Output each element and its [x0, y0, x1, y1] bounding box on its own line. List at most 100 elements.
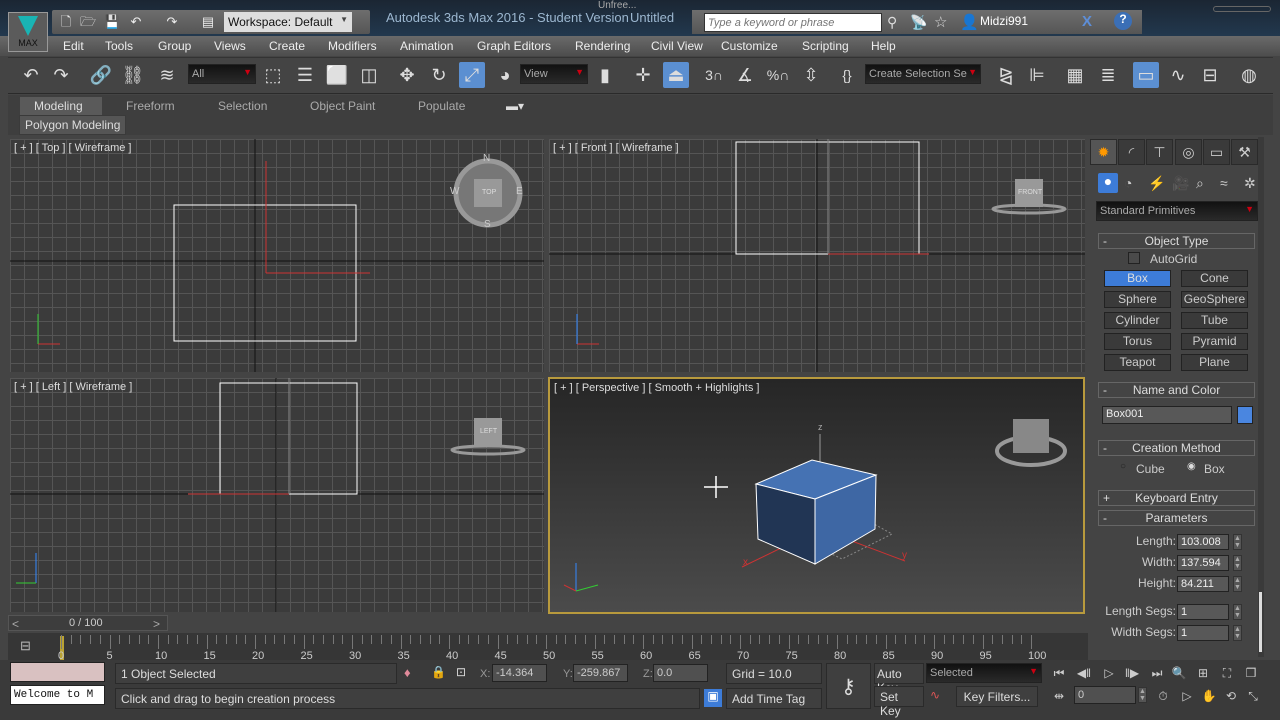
rollout-keyboard-entry[interactable]: + Keyboard Entry — [1098, 490, 1255, 506]
menu-civil-view[interactable]: Civil View — [651, 39, 703, 53]
save-icon[interactable]: 💾 — [104, 14, 120, 29]
selection-filter-dropdown[interactable]: All ▼ — [188, 64, 256, 84]
unlink-icon[interactable]: ⛓ — [120, 62, 146, 88]
pan-view-icon[interactable]: ✋ — [1198, 686, 1220, 706]
viewport-top[interactable]: [ + ] [ Top ] [ Wireframe ] TOP N S E W — [10, 139, 544, 372]
username[interactable]: Midzi991 — [980, 14, 1028, 28]
category-dropdown[interactable]: Standard Primitives ▼ — [1096, 201, 1258, 221]
undo-icon[interactable]: ↶ — [18, 62, 44, 88]
zoom-extents-icon[interactable]: ⛶ — [1216, 663, 1238, 683]
reference-coordinate-dropdown[interactable]: View ▼ — [520, 64, 588, 84]
maxscript-input[interactable]: Welcome to M — [10, 685, 105, 705]
select-by-name-icon[interactable]: ☰ — [292, 62, 318, 88]
satellite-icon[interactable]: 📡 — [910, 14, 927, 31]
angle-snap-icon[interactable]: ∡ — [732, 62, 758, 88]
redo-icon[interactable]: ↷ — [48, 62, 74, 88]
key-mode-toggle-icon[interactable]: ⇹ — [1048, 686, 1070, 706]
object-color-swatch[interactable] — [1237, 406, 1253, 424]
isolate-selection-icon[interactable]: ♦ — [404, 665, 411, 680]
cameras-icon[interactable]: 🎥 — [1172, 175, 1189, 192]
time-slider-prev[interactable]: < — [12, 617, 19, 631]
utilities-tab-icon[interactable]: ⚒ — [1231, 139, 1258, 165]
exchange-icon[interactable]: X — [1082, 13, 1092, 30]
user-icon[interactable]: 👤 — [960, 13, 979, 31]
motion-tab-icon[interactable]: ◎ — [1175, 139, 1202, 165]
pivot-center-icon[interactable]: ▮ — [592, 62, 618, 88]
auto-key-button[interactable]: Auto Key — [874, 663, 924, 695]
length-segs-input[interactable]: 1 — [1177, 604, 1229, 620]
tube-button[interactable]: Tube — [1181, 312, 1248, 329]
star-icon[interactable]: ☆ — [934, 13, 947, 31]
curve-editor-mini-icon[interactable]: ⊟ — [20, 638, 31, 654]
move-icon[interactable]: ✥ — [394, 62, 420, 88]
shapes-icon[interactable]: ◔ — [1124, 175, 1132, 191]
torus-button[interactable]: Torus — [1104, 333, 1171, 350]
pyramid-button[interactable]: Pyramid — [1181, 333, 1248, 350]
object-name-input[interactable]: Box001 — [1102, 406, 1232, 424]
open-file-icon[interactable]: 🗁 — [80, 14, 96, 29]
project-folder-icon[interactable]: ▤ — [200, 14, 216, 29]
viewcube-face-label[interactable]: LEFT — [480, 428, 497, 435]
set-key-icon[interactable]: ⚷ — [826, 663, 871, 709]
maximize-viewport-icon[interactable]: ⤡ — [1242, 686, 1264, 706]
menu-create[interactable]: Create — [269, 39, 305, 53]
new-file-icon[interactable]: 🗋 — [58, 14, 74, 29]
length-input[interactable]: 103.008 — [1177, 534, 1229, 550]
menu-graph-editors[interactable]: Graph Editors — [477, 39, 551, 53]
zoom-all-icon[interactable]: ⊞ — [1192, 663, 1214, 683]
previous-frame-icon[interactable]: ◀‖ — [1073, 663, 1095, 683]
named-selection-dropdown[interactable]: Create Selection Se ▼ — [865, 64, 981, 84]
scale-icon[interactable]: ⤢ — [459, 62, 485, 88]
y-coordinate[interactable]: -259.867 — [573, 664, 628, 682]
align-icon[interactable]: ⊫ — [1024, 62, 1050, 88]
viewcube-face-label[interactable]: FRONT — [1018, 189, 1042, 196]
time-slider[interactable]: < 0 / 100 > — [8, 615, 168, 631]
display-tab-icon[interactable]: ▭ — [1203, 139, 1230, 165]
geometry-icon[interactable]: ● — [1098, 173, 1118, 193]
helpers-icon[interactable]: ⌕ — [1196, 175, 1204, 192]
teapot-button[interactable]: Teapot — [1104, 354, 1171, 371]
tab-populate[interactable]: Populate — [404, 97, 479, 115]
menu-edit[interactable]: Edit — [63, 39, 84, 53]
mirror-icon[interactable]: ⧎ — [993, 62, 1019, 88]
lights-icon[interactable]: ⚡ — [1148, 175, 1165, 192]
x-coordinate[interactable]: -14.364 — [492, 664, 547, 682]
select-object-icon[interactable]: ⬚ — [260, 62, 286, 88]
window-crossing-icon[interactable]: ◫ — [356, 62, 382, 88]
snaps-toggle-icon[interactable]: 3∩ — [701, 62, 727, 88]
place-icon[interactable]: ◕ — [492, 62, 518, 88]
rollout-name-and-color[interactable]: - Name and Color — [1098, 382, 1255, 398]
box-button[interactable]: Box — [1104, 270, 1171, 287]
viewcube-face-label[interactable]: TOP — [482, 189, 496, 196]
width-input[interactable]: 137.594 — [1177, 555, 1229, 571]
zoom-icon[interactable]: 🔍 — [1168, 663, 1190, 683]
menu-help[interactable]: Help — [871, 39, 896, 53]
keyboard-shortcut-override-icon[interactable]: ⏏ — [663, 62, 689, 88]
ribbon-options-icon[interactable]: ▬▾ — [492, 97, 538, 115]
rectangular-selection-icon[interactable]: ⬜ — [324, 62, 350, 88]
width-spinner[interactable]: ▲ ▼ — [1233, 555, 1242, 571]
z-coordinate[interactable]: 0.0 — [653, 664, 708, 682]
polygon-modeling-panel[interactable]: Polygon Modeling — [19, 115, 127, 135]
viewport-perspective[interactable]: [ + ] [ Perspective ] [ Smooth + Highlig… — [548, 377, 1085, 614]
orbit-icon[interactable]: ⟲ — [1220, 686, 1242, 706]
lock-icon[interactable]: 🔒 — [431, 665, 446, 679]
cylinder-button[interactable]: Cylinder — [1104, 312, 1171, 329]
rollout-parameters[interactable]: - Parameters — [1098, 510, 1255, 526]
percent-snap-icon[interactable]: %∩ — [765, 62, 791, 88]
modify-tab-icon[interactable]: ◜ — [1118, 139, 1145, 165]
workspace-dropdown[interactable]: Workspace: Default ▼ — [224, 12, 352, 32]
cube-radio[interactable]: ○ — [1120, 461, 1126, 472]
width-segs-input[interactable]: 1 — [1177, 625, 1229, 641]
go-to-start-icon[interactable]: ⏮ — [1048, 663, 1070, 683]
rollout-creation-method[interactable]: - Creation Method — [1098, 440, 1255, 456]
link-icon[interactable]: 🔗 — [88, 62, 114, 88]
tab-selection[interactable]: Selection — [204, 97, 281, 115]
length-segs-spinner[interactable]: ▲ ▼ — [1233, 604, 1242, 620]
field-of-view-icon[interactable]: ▷ — [1176, 686, 1198, 706]
box-radio[interactable]: ◉ — [1187, 461, 1196, 472]
length-spinner[interactable]: ▲ ▼ — [1233, 534, 1242, 550]
command-panel-scrollbar[interactable] — [1258, 137, 1264, 657]
select-manipulate-icon[interactable]: ✛ — [630, 62, 656, 88]
hierarchy-tab-icon[interactable]: ⊤ — [1146, 139, 1173, 165]
